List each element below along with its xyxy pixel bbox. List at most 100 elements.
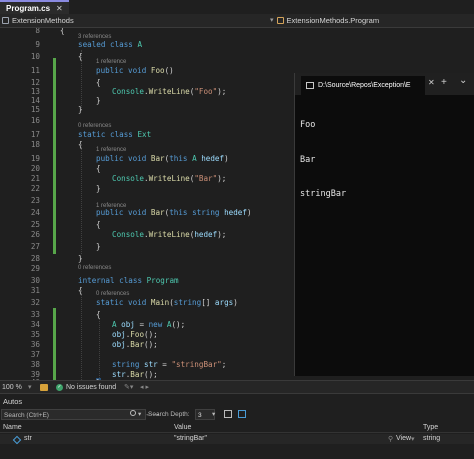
project-dropdown[interactable]: ExtensionMethods bbox=[2, 14, 74, 27]
code-line: } bbox=[96, 242, 101, 251]
row-value: "stringBar" bbox=[174, 435, 207, 442]
line-number: 34 bbox=[30, 320, 40, 329]
intellicode-icon[interactable] bbox=[40, 384, 48, 391]
codelens-references[interactable]: 0 references bbox=[78, 123, 111, 129]
code-line: A obj = new A(); bbox=[112, 320, 186, 329]
codelens-references[interactable]: 1 reference bbox=[96, 147, 126, 153]
line-number: 31 bbox=[30, 286, 40, 295]
grid-icon[interactable] bbox=[238, 410, 246, 418]
code-line: obj.Foo(); bbox=[112, 330, 158, 339]
dropdown-icon[interactable]: ⌄ bbox=[459, 75, 467, 86]
code-line: { bbox=[78, 52, 83, 61]
tab-program-cs[interactable]: Program.cs ✕ bbox=[0, 0, 69, 14]
indent-guide bbox=[81, 144, 82, 254]
indent-guide bbox=[81, 290, 82, 380]
project-label: ExtensionMethods bbox=[12, 16, 74, 25]
magnifier-icon[interactable]: ⚲ bbox=[388, 435, 393, 443]
search-depth-label: Search Depth: bbox=[148, 411, 190, 418]
new-tab-button[interactable]: + bbox=[441, 77, 447, 88]
chevron-down-icon: ▾ bbox=[270, 17, 274, 24]
code-line: public void Bar(this string hedef) bbox=[96, 208, 252, 217]
autos-title: Autos bbox=[3, 397, 23, 406]
terminal-icon bbox=[306, 82, 314, 89]
type-scope-dropdown[interactable]: ▾ ExtensionMethods.Program bbox=[270, 14, 379, 27]
autos-panel: Autos Search (Ctrl+E) ▾ ← → Search Depth… bbox=[0, 393, 474, 459]
line-number: 17 bbox=[30, 130, 40, 139]
tab-close-icon[interactable]: ✕ bbox=[56, 3, 63, 14]
change-bar bbox=[53, 128, 56, 254]
navigation-bar: ExtensionMethods ▾ ExtensionMethods.Prog… bbox=[0, 14, 474, 28]
code-line: str.Bar(); bbox=[112, 370, 158, 379]
line-number: 33 bbox=[30, 310, 40, 319]
column-header-name[interactable]: Name bbox=[3, 424, 22, 431]
code-line: { bbox=[96, 220, 101, 229]
code-line: Console.WriteLine(hedef); bbox=[112, 230, 227, 239]
indent-guide bbox=[99, 318, 100, 380]
line-number: 25 bbox=[30, 220, 40, 229]
line-number: 16 bbox=[30, 116, 40, 125]
line-number: 28 bbox=[30, 254, 40, 263]
line-number: 9 bbox=[35, 40, 40, 49]
codelens-references[interactable]: 0 references bbox=[78, 265, 111, 271]
line-number: 11 bbox=[30, 66, 40, 75]
row-type: string bbox=[423, 435, 441, 442]
header-divider bbox=[0, 432, 474, 433]
code-line: static class Ext bbox=[78, 130, 152, 139]
code-line: { bbox=[96, 310, 101, 319]
tab-label: Program.cs bbox=[6, 3, 51, 13]
console-tab[interactable]: D:\Source\Repos\Exception\E bbox=[301, 76, 425, 95]
search-input[interactable]: Search (Ctrl+E) bbox=[1, 409, 146, 420]
console-line: Foo bbox=[300, 120, 316, 130]
code-line: sealed class A bbox=[78, 40, 143, 49]
code-line: static void Main(string[] args) bbox=[96, 298, 238, 307]
column-header-value[interactable]: Value bbox=[174, 424, 191, 431]
line-number: 15 bbox=[30, 105, 40, 114]
line-number: 23 bbox=[30, 196, 40, 205]
code-line: { bbox=[96, 164, 101, 173]
line-number: 14 bbox=[30, 96, 40, 105]
code-line: Console.WriteLine("Bar"); bbox=[112, 174, 227, 183]
chevron-down-icon[interactable]: ▾ bbox=[212, 409, 215, 420]
code-line: { bbox=[60, 28, 65, 35]
line-number: 12 bbox=[30, 78, 40, 87]
console-line: stringBar bbox=[300, 189, 347, 199]
line-number: 29 bbox=[30, 264, 40, 273]
codelens-references[interactable]: 1 reference bbox=[96, 59, 126, 65]
code-line: public void Bar(this A hedef) bbox=[96, 154, 229, 163]
line-number: 22 bbox=[30, 184, 40, 193]
line-number: 36 bbox=[30, 340, 40, 349]
view-button[interactable]: View bbox=[396, 435, 411, 442]
line-number: 8 bbox=[35, 28, 40, 35]
search-options-icon[interactable]: ▾ bbox=[138, 409, 141, 420]
line-number: 38 bbox=[30, 360, 40, 369]
line-number: 21 bbox=[30, 174, 40, 183]
codelens-references[interactable]: 0 references bbox=[96, 291, 129, 297]
console-window[interactable]: D:\Source\Repos\Exception\E ✕ + ⌄ Foo Ba… bbox=[294, 73, 474, 376]
pin-icon[interactable] bbox=[224, 410, 232, 418]
code-line: string str = "stringBar"; bbox=[112, 360, 227, 369]
console-tab-bar: D:\Source\Repos\Exception\E ✕ + ⌄ bbox=[295, 73, 474, 95]
code-line: { bbox=[96, 78, 101, 87]
line-number: 37 bbox=[30, 350, 40, 359]
class-icon bbox=[276, 17, 284, 24]
search-icon[interactable] bbox=[130, 410, 136, 416]
line-number: 19 bbox=[30, 154, 40, 163]
code-line: { bbox=[78, 140, 83, 149]
line-number: 27 bbox=[30, 242, 40, 251]
code-line: } bbox=[78, 254, 83, 263]
row-name: str bbox=[24, 435, 32, 442]
code-line: } bbox=[96, 96, 101, 105]
line-number: 10 bbox=[30, 52, 40, 61]
line-number: 32 bbox=[30, 298, 40, 307]
code-line: Console.WriteLine("Foo"); bbox=[112, 87, 227, 96]
close-tab-icon[interactable]: ✕ bbox=[428, 78, 435, 87]
line-number: 20 bbox=[30, 164, 40, 173]
console-line: Bar bbox=[300, 154, 316, 165]
code-line: internal class Program bbox=[78, 276, 179, 285]
line-number: 13 bbox=[30, 87, 40, 96]
line-number: 24 bbox=[30, 208, 40, 217]
line-number: 30 bbox=[30, 276, 40, 285]
console-output: Foo Bar stringBar bbox=[300, 97, 346, 224]
column-header-type[interactable]: Type bbox=[423, 424, 438, 431]
chevron-down-icon[interactable]: ▾ bbox=[411, 435, 415, 443]
